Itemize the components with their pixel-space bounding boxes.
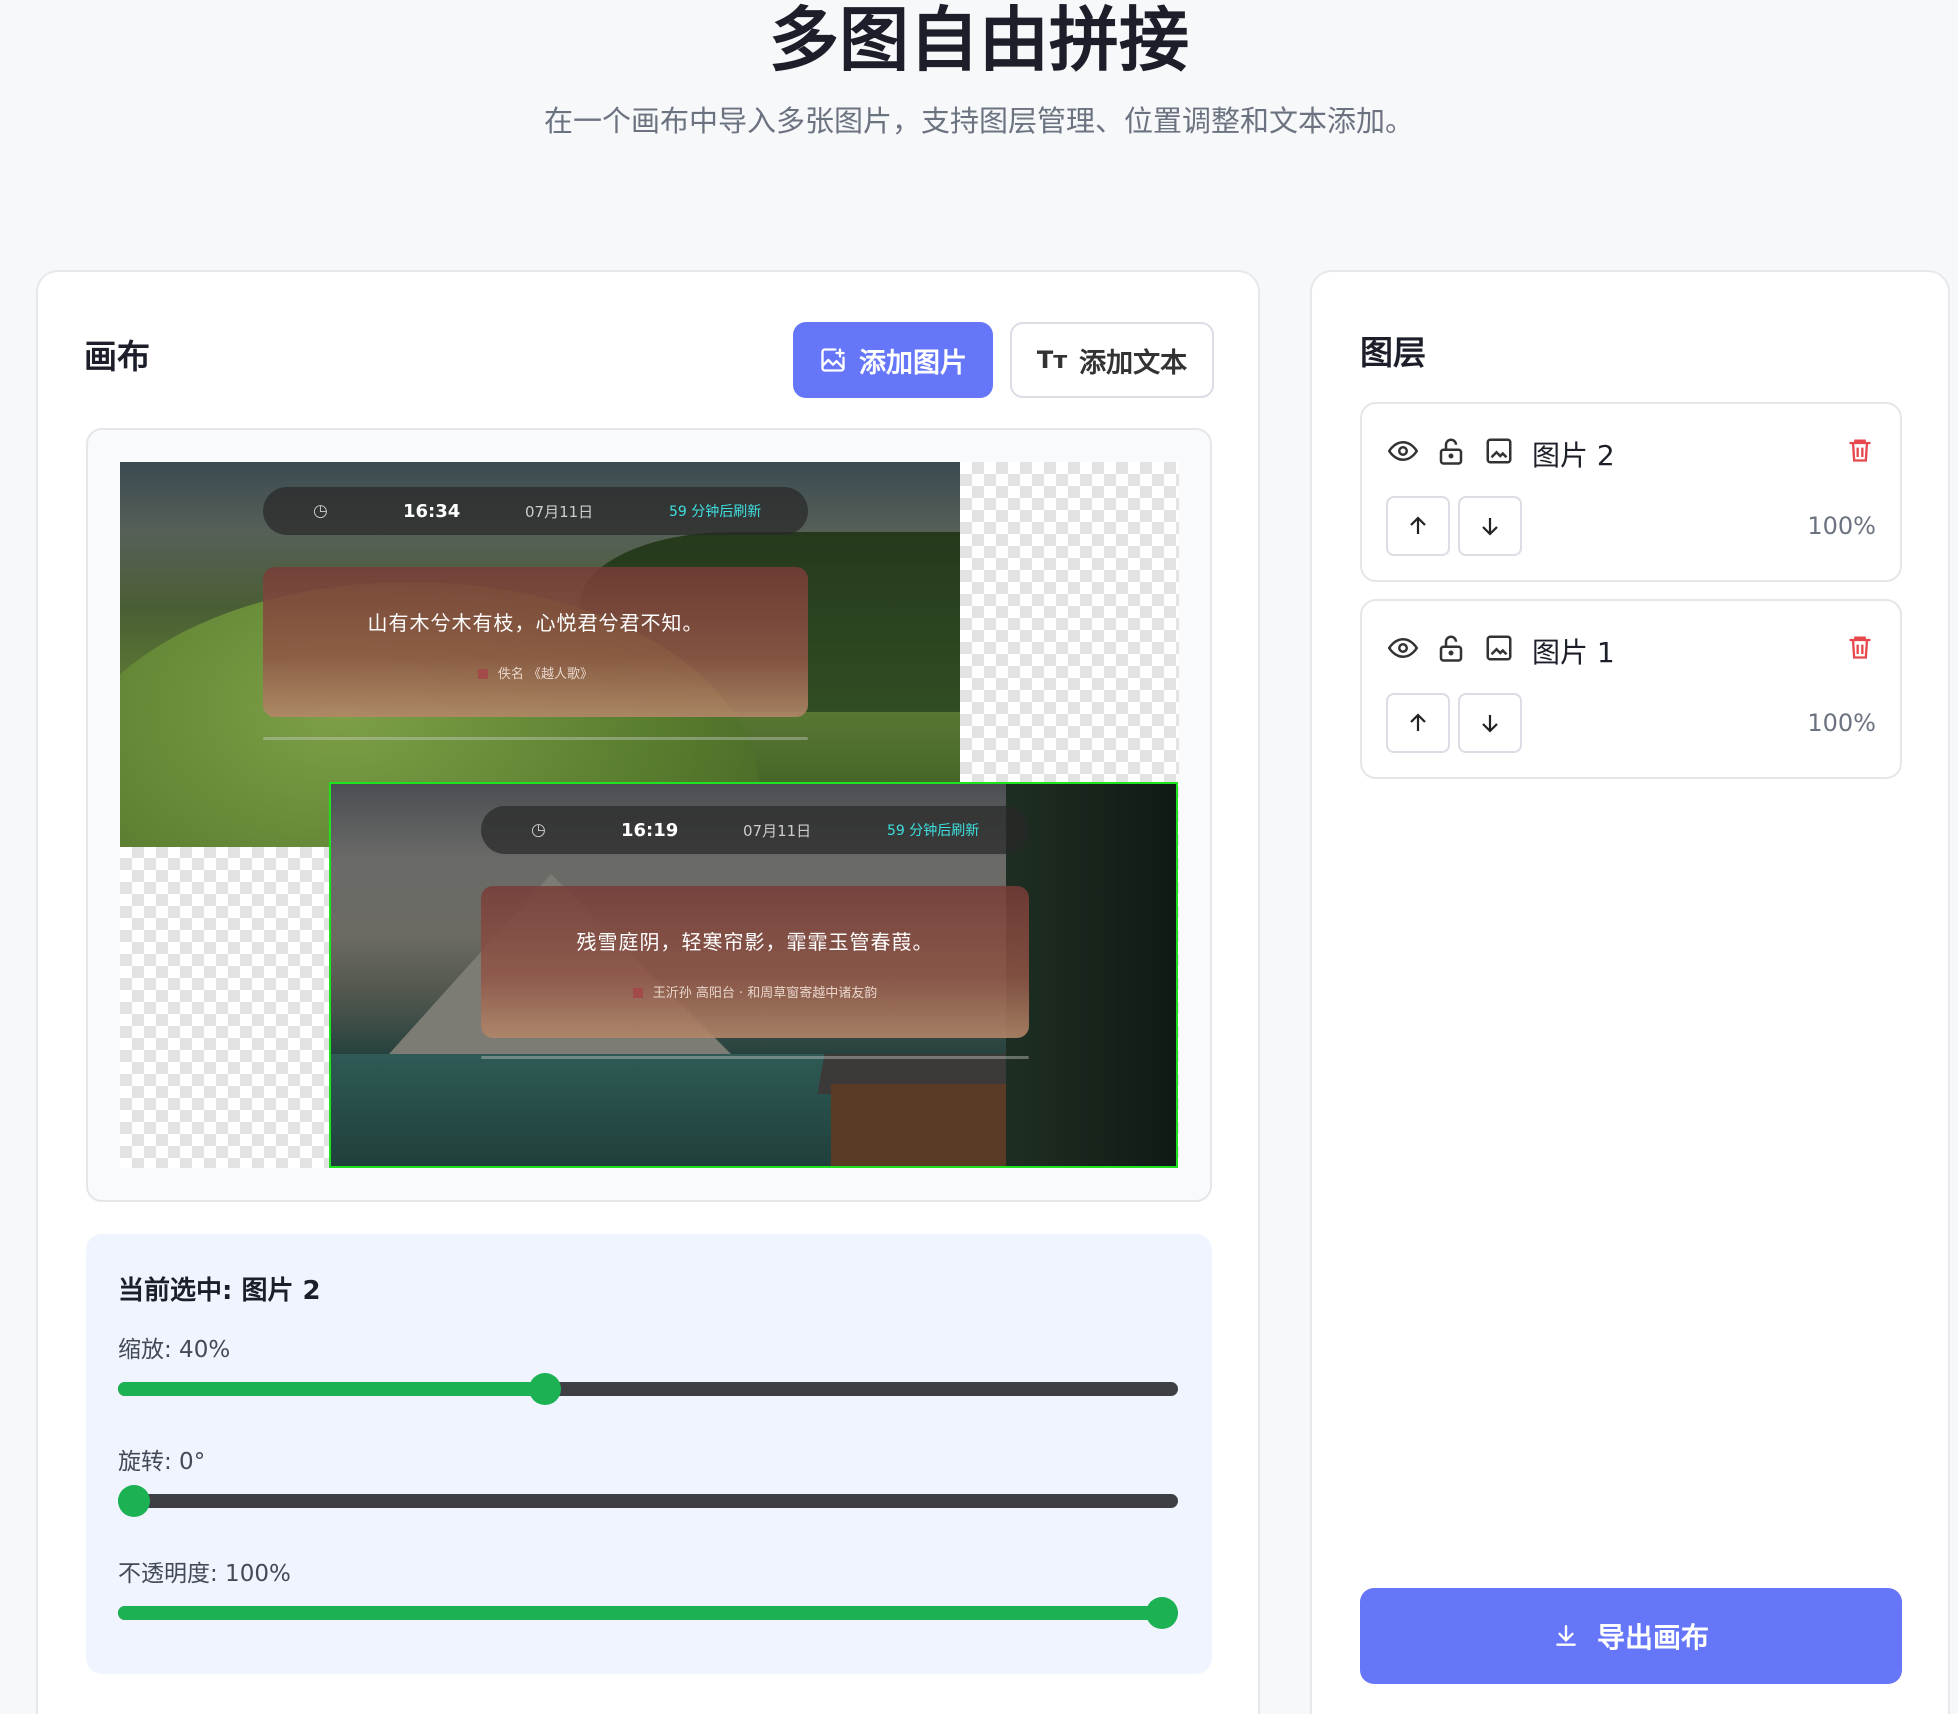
scale-slider[interactable]	[118, 1373, 1178, 1405]
quote-source: 王沂孙 高阳台 · 和周草窗寄越中诸友韵	[481, 982, 1029, 1001]
layers-panel: 图层 图片 2 100% 图片 1 100% 导出画布	[1310, 270, 1950, 1714]
move-down-button[interactable]	[1458, 496, 1522, 556]
canvas-panel-title: 画布	[84, 337, 150, 376]
progress-line	[481, 1056, 1029, 1059]
time-text: 16:34	[403, 500, 461, 522]
scale-label: 缩放: 40%	[118, 1337, 231, 1363]
opacity-slider-fill	[118, 1606, 1162, 1620]
layer-opacity: 100%	[1807, 709, 1876, 737]
opacity-slider[interactable]	[118, 1597, 1178, 1629]
eye-icon[interactable]	[1388, 633, 1418, 663]
unlock-icon[interactable]	[1436, 633, 1466, 663]
arrow-up-icon	[1410, 713, 1426, 731]
layer-opacity: 100%	[1807, 512, 1876, 540]
image-icon	[1486, 635, 1512, 661]
time-bar: ◷ 16:19 07月11日 59 分钟后刷新	[481, 806, 1029, 854]
canvas-frame: ◷ 16:34 07月11日 59 分钟后刷新 山有木兮木有枝，心悦君兮君不知。…	[86, 428, 1212, 1202]
layer-name: 图片 2	[1532, 439, 1615, 472]
trash-icon[interactable]	[1846, 436, 1874, 464]
opacity-label: 不透明度: 100%	[118, 1561, 291, 1587]
quote-source: 佚名 《越人歌》	[263, 663, 808, 682]
arrow-down-icon	[1482, 518, 1498, 536]
add-image-button[interactable]: 添加图片	[793, 322, 993, 398]
selection-controls: 当前选中: 图片 2 缩放: 40% 旋转: 0° 不透明度: 100%	[86, 1234, 1212, 1674]
time-bar: ◷ 16:34 07月11日 59 分钟后刷新	[263, 487, 808, 535]
arrow-down-icon	[1482, 715, 1498, 733]
download-icon	[1556, 1625, 1576, 1646]
quote-card: 残雪庭阴，轻寒帘影，霏霏玉管春葭。 王沂孙 高阳台 · 和周草窗寄越中诸友韵	[481, 886, 1029, 1038]
quote-card: 山有木兮木有枝，心悦君兮君不知。 佚名 《越人歌》	[263, 567, 808, 717]
layer-item[interactable]: 图片 2 100%	[1360, 402, 1902, 582]
image-icon	[1486, 438, 1512, 464]
canvas-image-2[interactable]: ◷ 16:19 07月11日 59 分钟后刷新 残雪庭阴，轻寒帘影，霏霏玉管春葭…	[329, 782, 1178, 1168]
layer-name: 图片 1	[1532, 636, 1615, 669]
trees-shape	[1006, 784, 1176, 1166]
page-subtitle: 在一个画布中导入多张图片，支持图层管理、位置调整和文本添加。	[543, 104, 1414, 138]
scale-slider-thumb[interactable]	[529, 1373, 562, 1405]
eye-icon[interactable]	[1388, 436, 1418, 466]
export-canvas-button[interactable]: 导出画布	[1360, 1588, 1902, 1684]
opacity-slider-thumb[interactable]	[1146, 1597, 1178, 1629]
unlock-icon[interactable]	[1436, 436, 1466, 466]
rotation-slider[interactable]	[118, 1485, 1178, 1517]
refresh-text: 59 分钟后刷新	[887, 823, 980, 839]
move-up-button[interactable]	[1386, 693, 1450, 753]
canvas-panel: 画布 添加图片 Tт 添加文本 ◷ 16:34 07月11日 59 分钟后刷新	[36, 270, 1260, 1714]
page-title: 多图自由拼接	[769, 0, 1189, 81]
selected-layer-title: 当前选中: 图片 2	[118, 1276, 321, 1306]
date-text: 07月11日	[743, 821, 812, 840]
rotation-slider-thumb[interactable]	[118, 1485, 150, 1517]
trash-icon[interactable]	[1846, 633, 1874, 661]
add-image-icon	[821, 348, 845, 372]
text-icon: Tт	[1036, 346, 1068, 374]
move-up-button[interactable]	[1386, 496, 1450, 556]
add-text-button[interactable]: Tт 添加文本	[1010, 322, 1214, 398]
quote-text: 残雪庭阴，轻寒帘影，霏霏玉管春葭。	[576, 930, 934, 954]
add-image-label: 添加图片	[859, 347, 967, 379]
move-down-button[interactable]	[1458, 693, 1522, 753]
time-text: 16:19	[621, 819, 679, 841]
layers-panel-title: 图层	[1360, 333, 1426, 372]
layer-item[interactable]: 图片 1 100%	[1360, 599, 1902, 779]
clock-icon: ◷	[531, 820, 546, 840]
rotation-label: 旋转: 0°	[118, 1449, 206, 1475]
canvas-area[interactable]: ◷ 16:34 07月11日 59 分钟后刷新 山有木兮木有枝，心悦君兮君不知。…	[120, 462, 1179, 1168]
refresh-text: 59 分钟后刷新	[669, 504, 762, 520]
date-text: 07月11日	[525, 502, 594, 521]
clock-icon: ◷	[313, 501, 328, 521]
arrow-up-icon	[1410, 516, 1426, 534]
progress-line	[263, 737, 808, 740]
add-text-label: 添加文本	[1079, 347, 1188, 379]
export-label: 导出画布	[1596, 1621, 1709, 1654]
scale-slider-fill	[118, 1382, 546, 1396]
quote-text: 山有木兮木有枝，心悦君兮君不知。	[367, 611, 704, 635]
